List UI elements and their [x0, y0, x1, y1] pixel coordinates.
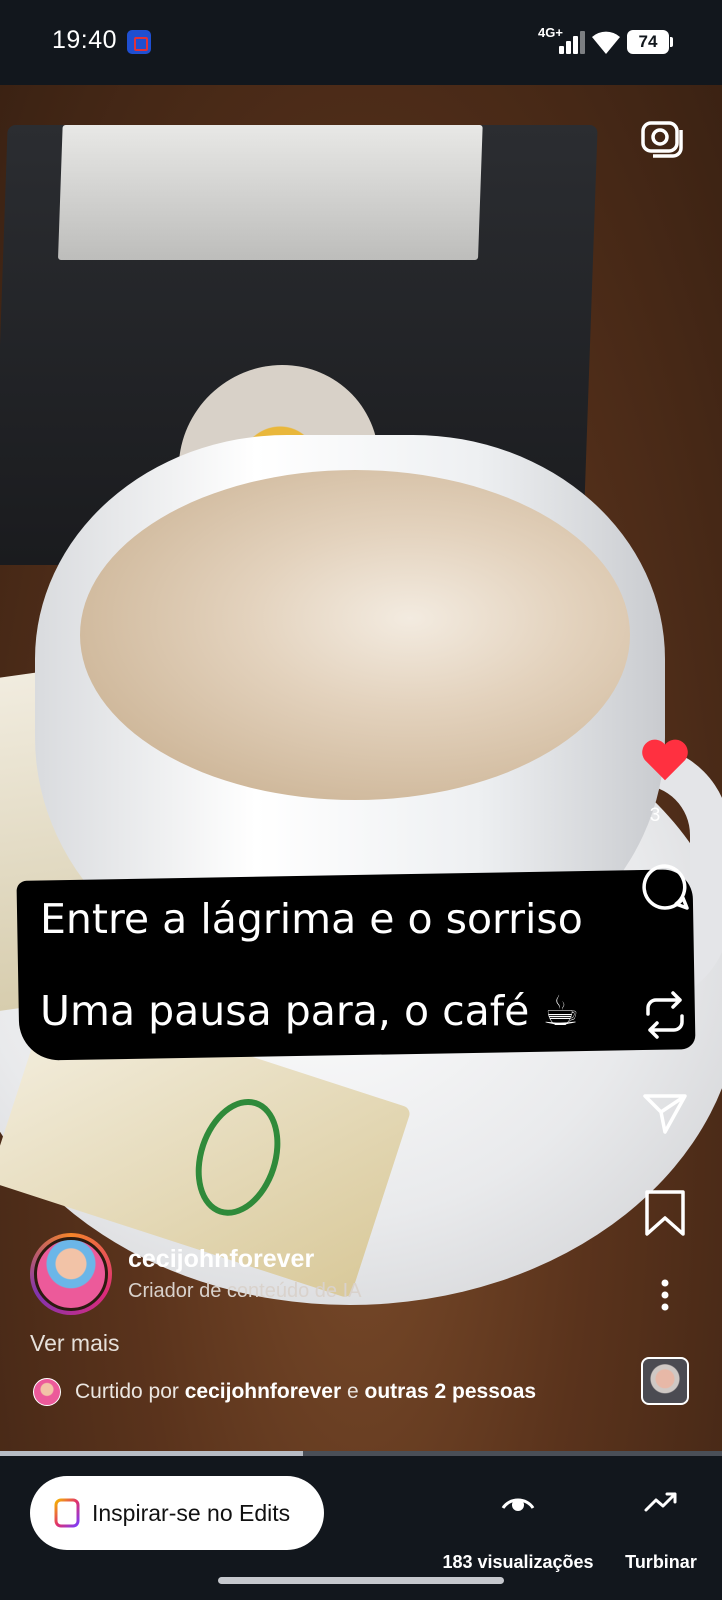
comment-icon: [642, 864, 689, 910]
heart-icon: [642, 739, 688, 781]
eye-icon: [501, 1498, 535, 1511]
boost-label: Turbinar: [625, 1552, 697, 1572]
liked-by-prefix: Curtido por: [75, 1380, 179, 1403]
avatar: [34, 1237, 108, 1311]
reel-video[interactable]: Entre a lágrima e o sorriso Uma pausa pa…: [0, 85, 722, 1455]
send-icon: [643, 1094, 687, 1134]
liked-by-others[interactable]: outras 2 pessoas: [365, 1380, 537, 1404]
boost-button[interactable]: Turbinar: [618, 1488, 704, 1572]
caption-line-1: Entre a lágrima e o sorriso: [40, 895, 583, 943]
author-avatar[interactable]: [30, 1233, 112, 1315]
status-time: 19:40: [52, 26, 118, 54]
app-notification-icon: [127, 30, 151, 54]
views-count: 183 visualizações: [442, 1552, 594, 1572]
like-count: 3: [649, 805, 661, 826]
see-more-link[interactable]: Ver mais: [30, 1330, 119, 1357]
share-button[interactable]: [640, 1088, 690, 1138]
trending-up-icon: [644, 1492, 677, 1512]
author-subtitle: Criador de conteúdo de IA: [128, 1280, 362, 1302]
liked-by-user[interactable]: cecijohnforever: [185, 1380, 341, 1404]
repost-icon: [646, 991, 684, 1039]
wifi-icon: [592, 31, 620, 54]
liked-by-avatar: [33, 1378, 61, 1406]
edits-icon: [54, 1498, 80, 1528]
save-button[interactable]: [640, 1188, 690, 1238]
home-indicator[interactable]: [218, 1577, 504, 1584]
status-bar: 19:40 4G+ 74: [0, 0, 722, 85]
signal-icon: [553, 30, 585, 54]
battery-icon: 74: [627, 30, 673, 54]
camera-button[interactable]: [637, 112, 687, 162]
caption-line-2: Uma pausa para, o café ☕: [40, 987, 580, 1035]
coffee-foam-image: [80, 470, 630, 800]
liked-by-connector: e: [346, 1380, 359, 1403]
edits-inspire-button[interactable]: Inspirar-se no Edits: [30, 1476, 324, 1550]
more-options-button[interactable]: [640, 1270, 690, 1320]
more-icon: [661, 1279, 669, 1311]
bookmark-icon: [645, 1190, 685, 1236]
bottom-bar: Inspirar-se no Edits 183 visualizações T…: [0, 1456, 722, 1600]
edits-button-label: Inspirar-se no Edits: [92, 1499, 291, 1526]
author-username[interactable]: cecijohnforever: [128, 1245, 314, 1274]
audio-thumbnail[interactable]: [641, 1357, 689, 1405]
liked-by-row[interactable]: Curtido por cecijohnforever e outras 2 p…: [33, 1378, 536, 1406]
camera-icon: [641, 121, 683, 158]
remix-button[interactable]: [640, 990, 690, 1040]
views-button[interactable]: 183 visualizações: [438, 1488, 598, 1572]
comment-button[interactable]: [640, 862, 690, 912]
like-button[interactable]: [640, 735, 690, 785]
